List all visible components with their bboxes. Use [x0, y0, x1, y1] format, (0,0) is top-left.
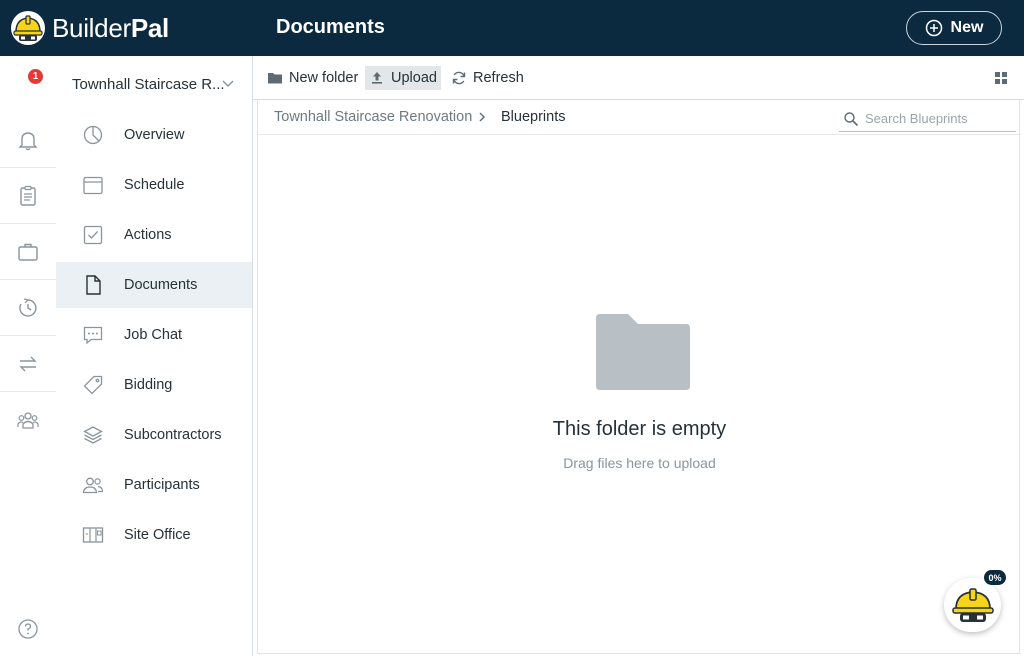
- transfer-icon: [19, 356, 37, 371]
- empty-state-title: This folder is empty: [552, 418, 727, 440]
- toolbar: New folder Upload Refresh: [253, 56, 1024, 100]
- new-folder-button[interactable]: New folder: [263, 66, 362, 90]
- top-bar: BuilderPal Documents New: [0, 0, 1024, 56]
- history-icon: [19, 297, 37, 317]
- team-icon: [17, 412, 39, 429]
- brand-name: BuilderPal: [52, 13, 169, 44]
- brand-name-part1: Builder: [52, 12, 131, 43]
- briefcase-icon: [18, 243, 38, 261]
- assistant-progress-badge: 0%: [984, 570, 1006, 585]
- help-icon[interactable]: [17, 618, 39, 640]
- sidebar-item-label: Documents: [124, 277, 198, 293]
- sidebar-item-label: Schedule: [124, 177, 185, 193]
- sidebar-item-label: Bidding: [124, 377, 173, 393]
- rail-team[interactable]: [0, 392, 56, 448]
- project-selector[interactable]: Townhall Staircase R...: [72, 76, 225, 93]
- sidebar-item-schedule[interactable]: Schedule: [56, 162, 252, 208]
- upload-button[interactable]: Upload: [365, 66, 441, 90]
- breadcrumb-project[interactable]: Townhall Staircase Renovation: [274, 109, 472, 125]
- sidebar-item-site-office[interactable]: Site Office: [56, 512, 252, 558]
- sidebar-item-label: Actions: [124, 227, 172, 243]
- sidebar-item-label: Subcontractors: [124, 427, 222, 443]
- rail-clipboard[interactable]: [0, 168, 56, 224]
- sidebar-item-participants[interactable]: Participants: [56, 462, 252, 508]
- checkbox-icon: [83, 225, 103, 245]
- chevron-right-icon: [479, 112, 485, 122]
- grid-view-icon[interactable]: [993, 70, 1009, 86]
- breadcrumb-current: Blueprints: [501, 109, 566, 125]
- hard-hat-logo-icon: [11, 11, 45, 45]
- sidebar-item-overview[interactable]: Overview: [56, 112, 252, 158]
- notification-badge: 1: [28, 69, 43, 84]
- empty-folder-icon: [596, 314, 690, 390]
- tag-icon: [83, 375, 103, 395]
- chevron-down-icon[interactable]: [220, 78, 236, 90]
- sidebar-divider: [252, 56, 253, 656]
- sidebar-item-subcontractors[interactable]: Subcontractors: [56, 412, 252, 458]
- calendar-icon: [83, 176, 103, 195]
- empty-state-subtitle: Drag files here to upload: [563, 455, 716, 471]
- document-panel: Townhall Staircase Renovation Blueprints…: [257, 100, 1021, 654]
- sidebar-nav: Overview Schedule Actions Documents Job …: [56, 112, 252, 656]
- new-folder-label: New folder: [289, 70, 359, 86]
- upload-label: Upload: [391, 70, 437, 86]
- refresh-label: Refresh: [473, 70, 524, 86]
- bell-icon: [18, 131, 38, 150]
- sidebar-item-actions[interactable]: Actions: [56, 212, 252, 258]
- sidebar-item-documents[interactable]: Documents: [56, 262, 252, 308]
- folder-icon: [268, 73, 282, 84]
- hard-hat-icon: [951, 588, 994, 622]
- sidebar-item-label: Site Office: [124, 527, 191, 543]
- pie-chart-icon: [83, 125, 103, 145]
- brand-logo[interactable]: BuilderPal: [10, 9, 169, 47]
- rail-transfer[interactable]: [0, 336, 56, 392]
- layers-icon: [83, 426, 103, 444]
- sidebar-item-job-chat[interactable]: Job Chat: [56, 312, 252, 358]
- new-button-label: New: [950, 19, 984, 36]
- rail-notifications[interactable]: [0, 112, 56, 168]
- chat-icon: [83, 326, 103, 345]
- rail-briefcase[interactable]: [0, 224, 56, 280]
- brand-name-part2: Pal: [130, 12, 169, 43]
- upload-icon: [372, 72, 382, 84]
- sidebar-item-bidding[interactable]: Bidding: [56, 362, 252, 408]
- clipboard-icon: [20, 185, 36, 206]
- refresh-button[interactable]: Refresh: [447, 66, 528, 90]
- sidebar-item-label: Overview: [124, 127, 185, 143]
- plus-circle-icon: [925, 19, 942, 37]
- breadcrumb: Townhall Staircase Renovation Blueprints: [258, 100, 1021, 135]
- refresh-icon: [452, 71, 466, 85]
- search-icon: [844, 111, 859, 126]
- site-office-icon: [82, 527, 104, 543]
- icon-rail: [0, 56, 56, 656]
- search-input[interactable]: [865, 111, 1015, 126]
- sidebar-item-label: Job Chat: [124, 327, 183, 343]
- page-title: Documents: [276, 16, 385, 38]
- people-icon: [82, 477, 104, 494]
- new-button[interactable]: New: [906, 11, 1002, 45]
- assistant-button[interactable]: [944, 578, 1001, 632]
- document-icon: [86, 275, 101, 295]
- sidebar-item-label: Participants: [124, 477, 200, 493]
- search-box: [839, 106, 1016, 132]
- rail-history[interactable]: [0, 280, 56, 336]
